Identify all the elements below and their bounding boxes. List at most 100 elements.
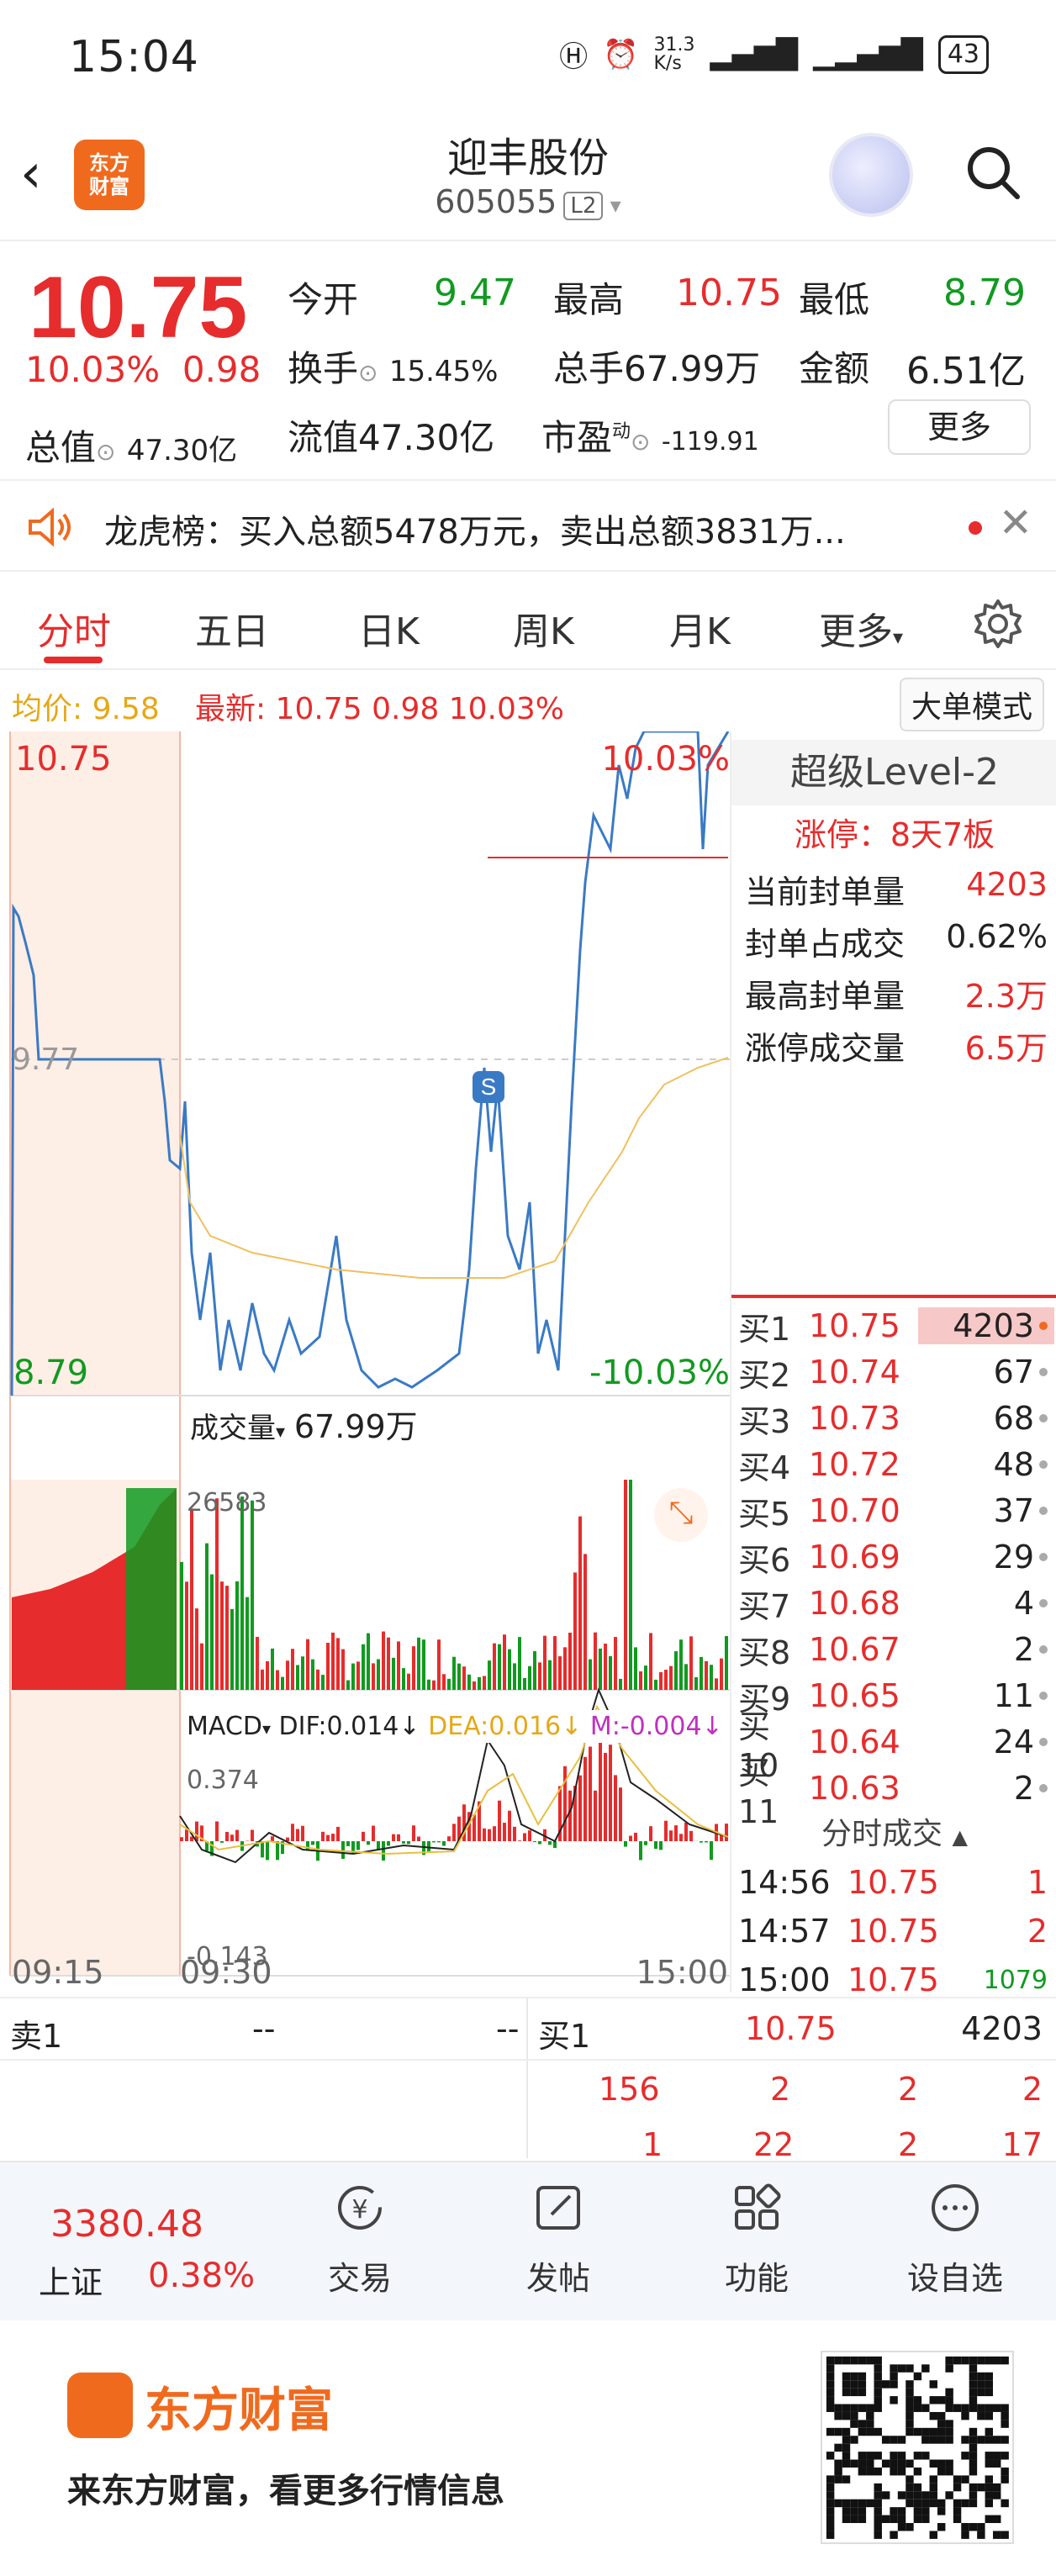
qr-cell [985,2388,994,2397]
bid-volume: 2 [1013,1770,1034,1807]
qr-cell [890,2507,898,2515]
seal-row: 当前封单量 4203 [745,866,1048,912]
macd-max-label: 0.374 [187,1766,259,1795]
hd-icon: Ⓗ [559,40,589,74]
tab-monthly-k[interactable]: 月K [669,601,731,655]
qr-cell [977,2531,985,2539]
big-order-mode-button[interactable]: 大单模式 [899,678,1044,731]
nav-watchlist[interactable]: 设自选 [871,2181,1039,2299]
macd-bar [619,1787,622,1841]
macd-bar [498,1800,501,1841]
time-open-label: 09:30 [180,1954,272,1991]
bid-dot [1039,1460,1048,1469]
qr-cell [1001,2467,1009,2476]
expand-icon[interactable]: ⤡ [654,1488,708,1542]
qr-cell [834,2443,842,2452]
volume-bar [205,1543,209,1690]
qr-cell [826,2388,835,2397]
bid-row[interactable]: 买8 10.67 2 [738,1627,1054,1672]
qr-cell [850,2436,858,2444]
tab-more[interactable]: 更多▾ [819,601,903,655]
volume-bar [523,1677,526,1690]
macd-bar [251,1829,254,1841]
gear-icon[interactable] [972,598,1024,650]
qr-cell [826,2404,835,2412]
qr-cell [906,2396,914,2404]
macd-bar [235,1829,239,1841]
grid-icon [735,2183,781,2230]
volume-max-label: 26583 [187,1488,267,1518]
index-value[interactable]: 3380.48 [50,2203,203,2246]
tab-intraday[interactable]: 分时 [37,601,111,655]
bid-price: 10.74 [809,1354,900,1391]
qr-cell [969,2380,978,2389]
bid-label: 买4 [738,1449,791,1486]
qr-cell [850,2404,858,2412]
search-icon[interactable] [964,143,1022,202]
tab-daily-k[interactable]: 日K [358,601,420,655]
bid-price: 10.73 [809,1400,900,1437]
bid-row[interactable]: 买2 10.74 67 [738,1349,1054,1395]
tab-weekly-k[interactable]: 周K [513,601,574,655]
assistant-robot-icon[interactable] [829,133,913,217]
bid-row[interactable]: 买1 10.75 4203 [738,1303,1054,1349]
qr-cell [858,2356,867,2365]
tab-five-day[interactable]: 五日 [195,601,269,655]
macd-bar [649,1826,652,1841]
nav-trade[interactable]: ¥ 交易 [276,2181,444,2299]
volume-selector[interactable]: 成交量▾ 67.99万 [183,1397,425,1450]
volume-bar [210,1574,214,1690]
macd-indicator-row[interactable]: MACD▾ DIF:0.014↓ DEA:0.016↓ M:-0.004↓ [183,1710,726,1743]
qr-cell [874,2523,882,2531]
close-icon[interactable]: ✕ [999,499,1032,546]
volume-bar [700,1656,703,1690]
qr-cell [897,2452,906,2460]
qr-cell [842,2380,851,2389]
bid-row[interactable]: 买3 10.73 68 [738,1396,1054,1441]
qr-cell [834,2427,842,2436]
volume-bar [498,1644,501,1690]
qr-cell [858,2388,867,2397]
bid-label: 买6 [738,1541,791,1579]
qr-cell [985,2427,994,2436]
bid-row[interactable]: 买4 10.72 48 [738,1442,1054,1487]
qr-cell [993,2483,1001,2492]
dragon-tiger-banner[interactable]: 龙虎榜：买入总额5478万元，卖出总额3831万... ✕ [0,479,1056,572]
volume-bar [462,1666,466,1690]
qr-cell [993,2459,1001,2468]
bid-row[interactable]: 买5 10.70 37 [738,1488,1054,1533]
more-button[interactable]: 更多 [888,399,1031,455]
volume-bar [266,1660,269,1690]
bid-label: 买1 [738,1310,791,1348]
trade-vol: 1079 [983,1965,1048,1995]
nav-functions[interactable]: 功能 [673,2181,841,2299]
level2-title[interactable]: 超级Level-2 [731,740,1056,805]
trades-title[interactable]: 分时成交 ▲ [731,1809,1056,1853]
intraday-chart[interactable]: S 10.75 9.77 8.79 10.03% -10.03% 成交量▾ 67… [0,731,731,1993]
queue-cell: 2 [770,2071,791,2108]
queue-cell: 22 [753,2126,795,2163]
volume-bar [251,1500,254,1690]
volume-bar [629,1480,632,1690]
qr-cell [858,2372,867,2381]
nav-post[interactable]: 发帖 [474,2181,642,2299]
qr-cell [842,2427,851,2436]
qr-cell [937,2411,946,2420]
qr-cell [890,2515,898,2524]
macd-bar [533,1841,536,1843]
qr-cell [842,2404,851,2412]
info-icon: ⊙ [358,359,378,387]
qr-cell [937,2507,946,2515]
low-label: 最低 [799,279,870,320]
bid-row[interactable]: 买11 10.63 2 [738,1755,1054,1830]
bid-row[interactable]: 买6 10.69 29 [738,1534,1054,1580]
macd-bar [276,1841,279,1861]
macd-bar [266,1841,269,1861]
volume-bar [578,1516,582,1690]
macd-bar [447,1836,451,1841]
qr-cell [826,2427,835,2436]
price-low-label: 8.79 [13,1354,89,1392]
more-dots-icon [932,2184,979,2231]
bid-row[interactable]: 买7 10.68 4 [738,1581,1054,1626]
volume-bar [467,1674,471,1690]
